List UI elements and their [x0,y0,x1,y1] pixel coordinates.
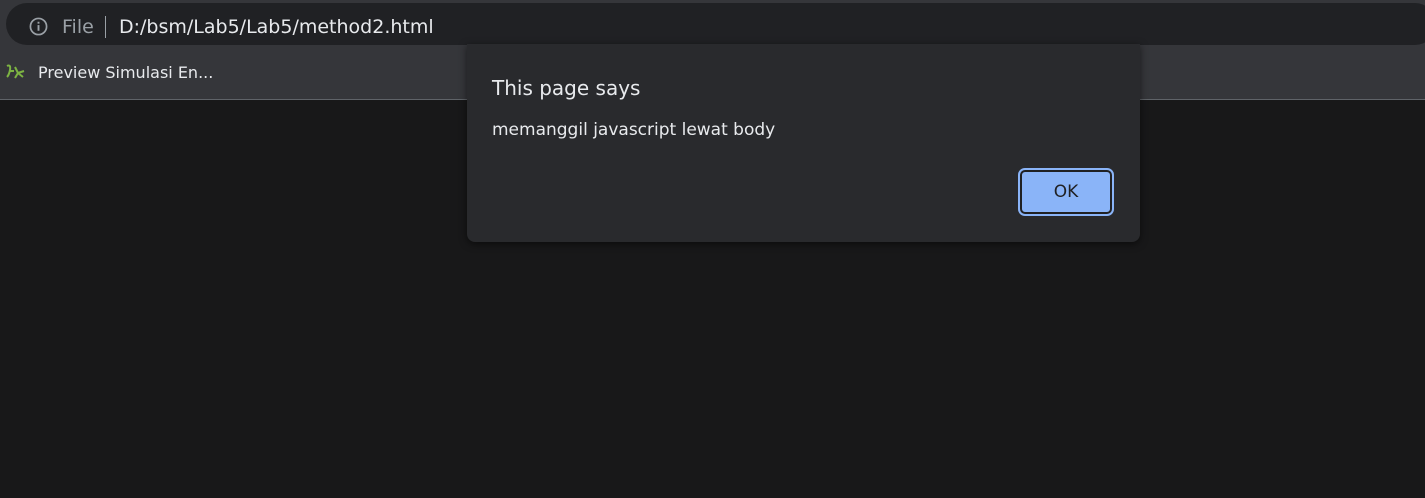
bookmark-label: Preview Simulasi En... [38,62,214,82]
alert-dialog: This page says memanggil javascript lewa… [467,44,1140,242]
ok-button[interactable]: OK [1018,168,1114,216]
bookmark-favicon-icon [6,64,25,79]
bookmark-item[interactable]: Preview Simulasi En... [4,60,213,84]
info-icon[interactable] [29,17,48,36]
dialog-title: This page says [492,76,641,100]
dialog-message: memanggil javascript lewat body [492,120,776,140]
address-bar[interactable]: File D:/bsm/Lab5/Lab5/method2.html [6,3,1425,45]
url-text[interactable]: D:/bsm/Lab5/Lab5/method2.html [119,15,434,39]
url-scheme-label: File [62,16,94,38]
url-separator [105,16,106,38]
